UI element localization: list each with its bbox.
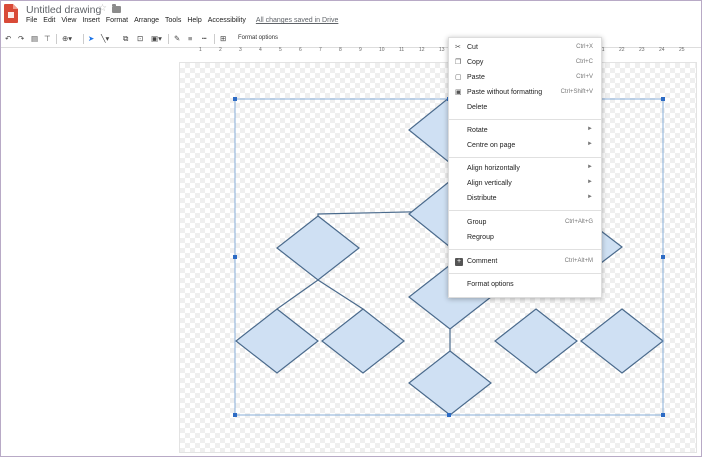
menu-item-rotate[interactable]: Rotate ► [449, 124, 601, 138]
menu-divider [449, 249, 601, 250]
menu-item-paste[interactable]: ▢ Paste Ctrl+V [449, 71, 601, 85]
menu-item-align-horizontally[interactable]: Align horizontally ► [449, 162, 601, 176]
diamond-shape [276, 215, 360, 281]
connector-line [276, 279, 319, 310]
submenu-arrow-icon: ► [587, 164, 593, 170]
resize-handle [447, 413, 451, 417]
comment-icon: + [455, 258, 463, 266]
menu-item-copy[interactable]: ❐ Copy Ctrl+C [449, 56, 601, 70]
resize-handle [661, 255, 665, 259]
submenu-arrow-icon: ► [587, 126, 593, 132]
menu-item-paste-without-formatting[interactable]: ▣ Paste without formatting Ctrl+Shift+V [449, 86, 601, 100]
menu-item-distribute[interactable]: Distribute ► [449, 192, 601, 206]
diamond-shape [235, 308, 319, 374]
resize-handle [233, 413, 237, 417]
menu-divider [449, 210, 601, 211]
resize-handle [233, 97, 237, 101]
resize-handle [661, 413, 665, 417]
menu-item-cut[interactable]: ✂ Cut Ctrl+X [449, 41, 601, 55]
context-menu: ✂ Cut Ctrl+X ❐ Copy Ctrl+C ▢ Paste Ctrl+… [448, 37, 602, 298]
menu-divider [449, 119, 601, 120]
app-window: Untitled drawing ☆ File Edit View Insert For… [0, 0, 702, 457]
diamond-shape [408, 350, 492, 416]
diamond-shape [600, 229, 623, 265]
menu-item-group[interactable]: Group Ctrl+Alt+G [449, 216, 601, 230]
connector-line [317, 279, 364, 310]
copy-icon: ❐ [455, 59, 462, 66]
menu-divider [449, 157, 601, 158]
menu-item-comment[interactable]: + Comment Ctrl+Alt+M [449, 255, 601, 269]
paste-icon: ▢ [455, 74, 462, 81]
menu-divider [449, 273, 601, 274]
resize-handle [233, 255, 237, 259]
resize-handle [661, 97, 665, 101]
menu-item-regroup[interactable]: Regroup [449, 231, 601, 245]
submenu-arrow-icon: ► [587, 141, 593, 147]
menu-item-align-vertically[interactable]: Align vertically ► [449, 177, 601, 191]
menu-item-centre-on-page[interactable]: Centre on page ► [449, 139, 601, 153]
scissors-icon: ✂ [455, 44, 461, 51]
submenu-arrow-icon: ► [587, 179, 593, 185]
menu-item-format-options[interactable]: Format options [449, 278, 601, 292]
paste-plain-icon: ▣ [455, 89, 462, 96]
diamond-shape [580, 308, 664, 374]
submenu-arrow-icon: ► [587, 194, 593, 200]
diamond-shape [494, 308, 578, 374]
menu-item-delete[interactable]: Delete [449, 101, 601, 115]
diamond-shape [321, 308, 405, 374]
